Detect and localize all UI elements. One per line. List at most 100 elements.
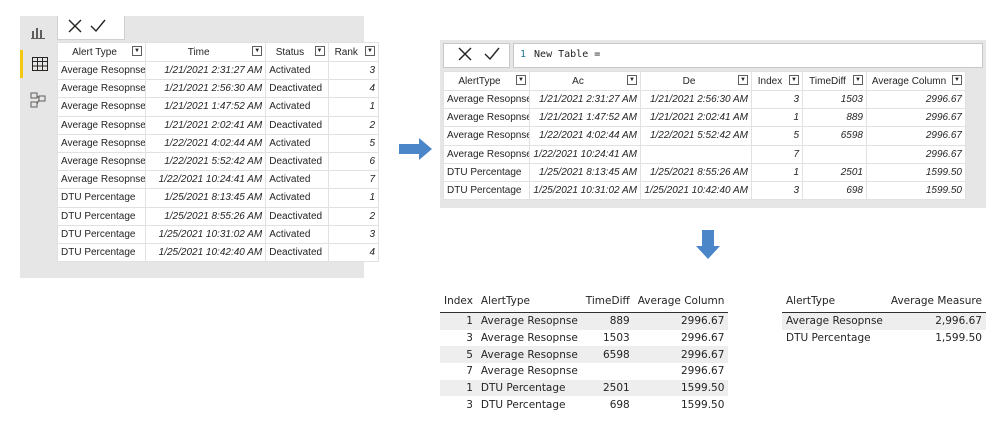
table-cell: 1/25/2021 10:42:40 AM [145, 242, 267, 263]
table-cell: 2996.67 [633, 346, 729, 364]
table-row: Average Resopnse 1/22/2021 4:02:44 AM Acti… [56, 133, 380, 153]
column-filter-icon[interactable]: ▼ [314, 46, 325, 56]
commit-formula-icon[interactable] [90, 18, 106, 37]
table-row: 5 Average Resopnse 6598 2996.67 [440, 346, 729, 364]
column-filter-icon[interactable]: ▼ [516, 75, 526, 85]
table-cell: 698 [609, 398, 630, 411]
table-cell: 2996.67 [680, 332, 725, 345]
table-row: Average Resopnse 2,996.67 [782, 312, 986, 330]
table-cell: 1/22/2021 4:02:44 AM [529, 126, 641, 146]
column-header[interactable]: Average Column ▼ [866, 71, 966, 91]
table-cell: DTU Percentage [443, 162, 530, 182]
table-visual-1[interactable]: Index AlertType TimeDiff Average Column … [440, 290, 729, 413]
data-view-panel-1: Alert Type ▼ Time ▼ Status ▼ Rank ▼ Average … [20, 16, 380, 278]
column-header[interactable]: Average Measure [886, 290, 986, 313]
table-cell: 7 [751, 144, 803, 164]
table-cell: 1 [751, 108, 803, 128]
table-cell: 1/25/2021 10:31:02 AM [145, 224, 267, 244]
table-row: Average Resopnse 1/21/2021 2:56:30 AM Deac… [56, 79, 380, 99]
column-header[interactable]: Index ▼ [751, 71, 803, 91]
table-cell: Deactivated [265, 242, 329, 263]
cancel-formula-icon[interactable] [68, 18, 82, 37]
column-filter-icon[interactable]: ▼ [627, 75, 637, 85]
table-cell: 1/21/2021 2:56:30 AM [145, 79, 267, 99]
table-cell: 2996.67 [866, 89, 966, 110]
column-header[interactable]: AlertType [782, 290, 887, 313]
column-header[interactable]: Average Column [633, 290, 729, 313]
table-cell: 889 [802, 108, 867, 128]
data-table-1: Alert Type ▼ Time ▼ Status ▼ Rank ▼ Average … [56, 42, 380, 263]
table-row: DTU Percentage 1/25/2021 8:13:45 AM 1/25/2… [443, 162, 966, 182]
column-header[interactable]: AlertType ▼ [443, 71, 530, 91]
table-row: Average Resopnse 1/21/2021 2:31:27 AM Acti… [56, 60, 380, 81]
column-header[interactable]: AlertType [476, 290, 582, 313]
table-cell: 1/21/2021 2:02:41 AM [640, 108, 752, 128]
table-cell [582, 363, 634, 380]
table-row: Average Resopnse 1/21/2021 2:02:41 AM Deac… [56, 115, 380, 135]
table-cell: Activated [265, 97, 329, 117]
table-cell: Average Resopnse [476, 346, 582, 364]
table-cell: 1/21/2021 1:47:52 AM [145, 97, 267, 117]
table-cell: 1/22/2021 5:52:42 AM [145, 151, 267, 172]
table-cell: 698 [802, 180, 867, 201]
model-view-icon[interactable] [20, 86, 56, 114]
column-header[interactable]: De ▼ [640, 71, 752, 91]
table-row: 3 Average Resopnse 1503 2996.67 [440, 330, 728, 347]
table-cell: 2996.67 [680, 365, 725, 378]
table-cell: 1599.50 [633, 379, 729, 397]
column-header[interactable]: TimeDiff [581, 290, 634, 313]
table-cell: Activated [265, 170, 329, 190]
table-cell: 3 [466, 332, 473, 345]
table-cell: Average Resopnse [443, 89, 530, 110]
column-header[interactable]: Rank ▼ [327, 42, 380, 62]
table-row: DTU Percentage 1/25/2021 10:42:40 AM Deact… [56, 242, 380, 263]
column-header[interactable]: TimeDiff ▼ [802, 71, 867, 91]
table-cell: 2 [327, 206, 380, 226]
table-cell: 7 [327, 170, 380, 190]
table-row: Average Resopnse 1/22/2021 10:24:41 AM Act… [56, 170, 380, 190]
table-cell: 6598 [802, 126, 867, 146]
table-row: DTU Percentage 1/25/2021 10:31:02 AM 1/25/… [443, 180, 966, 201]
table-cell: Average Resopnse [56, 115, 147, 135]
table-row: 3 DTU Percentage 698 1599.50 [440, 396, 728, 413]
table-cell: Average Resopnse [480, 332, 578, 345]
column-filter-icon[interactable]: ▼ [952, 75, 962, 85]
table-cell: Average Resopnse [476, 312, 582, 330]
column-filter-icon[interactable]: ▼ [132, 46, 143, 56]
formula-text[interactable]: New Table = [534, 49, 600, 60]
table-cell [802, 144, 867, 164]
column-filter-icon[interactable]: ▼ [252, 46, 263, 56]
table-cell: 2996.67 [866, 144, 966, 164]
report-view-icon[interactable] [20, 18, 56, 46]
data-view-icon[interactable] [20, 50, 56, 78]
column-header[interactable]: Index [440, 290, 477, 313]
cancel-formula-icon[interactable] [458, 46, 472, 65]
column-header[interactable]: Status ▼ [265, 42, 329, 62]
formula-bar-buttons [57, 16, 125, 40]
table-cell: DTU Percentage [443, 180, 530, 201]
table-cell: Average Resopnse [782, 312, 887, 330]
column-filter-icon[interactable]: ▼ [365, 46, 375, 56]
table-visual-2[interactable]: AlertType Average Measure Average Resopn… [782, 290, 986, 346]
table-cell: 1/21/2021 2:56:30 AM [640, 89, 752, 110]
table-cell: 1/25/2021 10:31:02 AM [529, 180, 641, 201]
commit-formula-icon[interactable] [484, 46, 500, 65]
table-cell: 1/25/2021 8:55:26 AM [640, 162, 752, 182]
table-cell: 2,996.67 [886, 312, 986, 330]
column-header[interactable]: Time ▼ [145, 42, 267, 62]
column-filter-icon[interactable]: ▼ [789, 75, 799, 85]
table-cell: 6598 [581, 346, 634, 364]
column-filter-icon[interactable]: ▼ [738, 75, 748, 85]
table-cell: Activated [265, 133, 329, 153]
formula-input[interactable]: 1 New Table = [513, 43, 983, 68]
column-header[interactable]: Alert Type ▼ [56, 42, 147, 62]
table-row: 1 DTU Percentage 2501 1599.50 [440, 379, 729, 397]
table-cell: Activated [265, 224, 329, 244]
column-header[interactable]: Ac ▼ [529, 71, 641, 91]
table-cell: 1599.50 [866, 180, 966, 201]
table-cell: 4 [327, 79, 380, 99]
table-cell: DTU Percentage [786, 332, 871, 345]
table-cell: 2501 [581, 379, 634, 397]
column-filter-icon[interactable]: ▼ [853, 75, 863, 85]
table-cell: 1/25/2021 8:55:26 AM [145, 206, 267, 226]
